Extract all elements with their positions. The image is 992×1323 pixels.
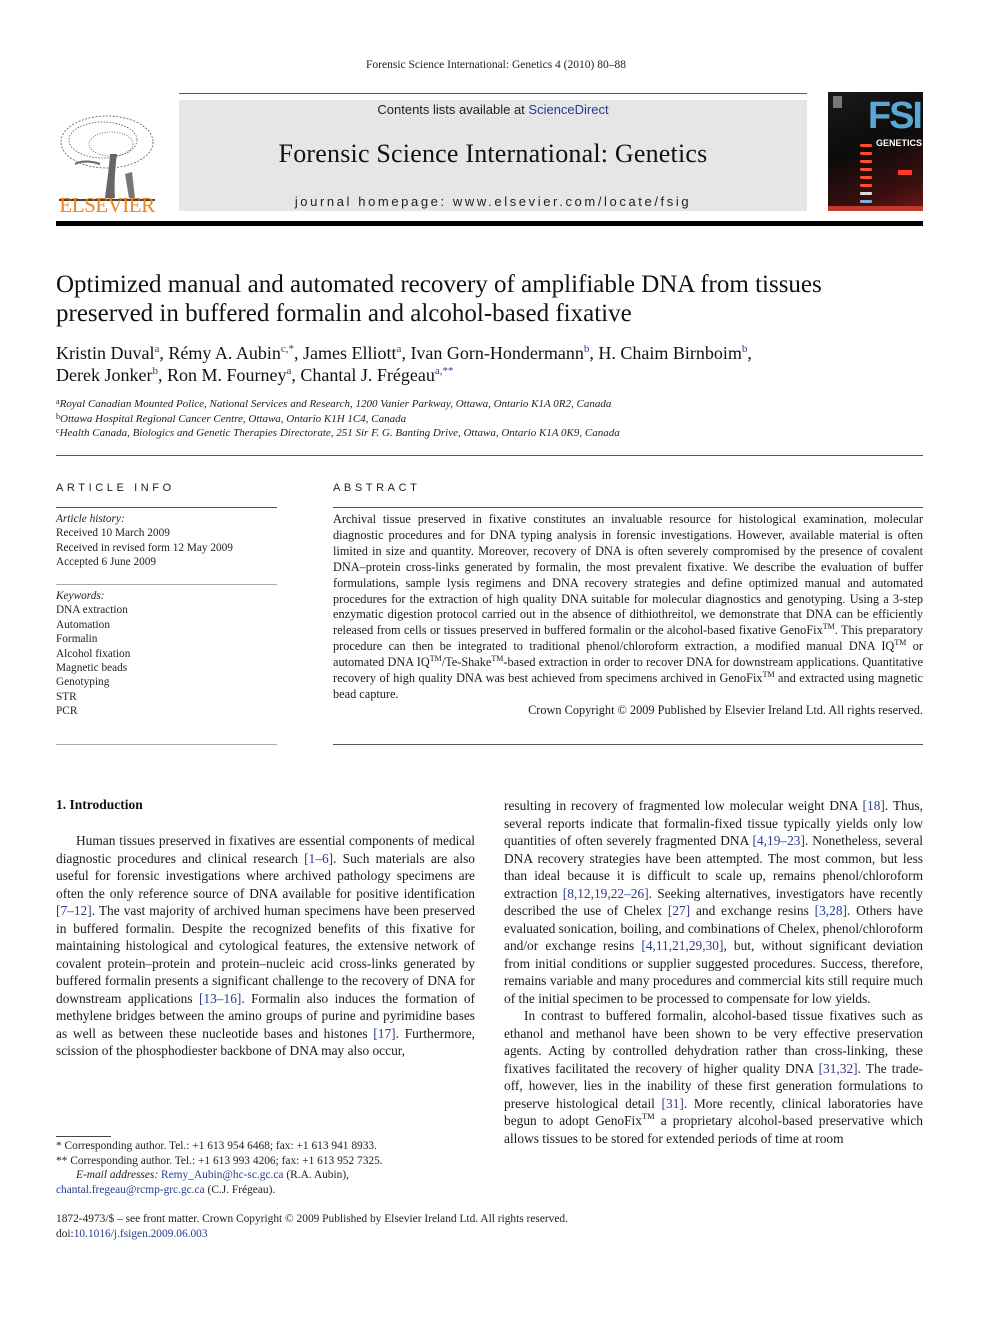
affiliations: aRoyal Canadian Mounted Police, National…	[56, 397, 936, 441]
history-accepted: Accepted 6 June 2009	[56, 556, 157, 569]
citation-link[interactable]: [3,28]	[815, 903, 847, 918]
affiliation: bOttawa Hospital Regional Cancer Centre,…	[56, 411, 407, 425]
issn-line: 1872-4973/$ – see front matter. Crown Co…	[56, 1213, 568, 1225]
author: Kristin Duvala,	[56, 343, 169, 363]
footnote-emails-cont: chantal.fregeau@rcmp-grc.gc.ca (C.J. Fré…	[56, 1183, 276, 1196]
affiliation: cHealth Canada, Biologics and Genetic Th…	[56, 426, 620, 440]
journal-name: Forensic Science International: Genetics	[278, 139, 708, 168]
affil-marker[interactable]: c,*	[281, 343, 294, 355]
doi-link[interactable]: 10.1016/j.fsigen.2009.06.003	[74, 1228, 208, 1240]
body-paragraph: resulting in recovery of fragmented low …	[504, 798, 923, 1006]
author: Rémy A. Aubinc,*,	[168, 343, 304, 363]
author: James Elliotta,	[303, 343, 411, 363]
author: Ron M. Fourneya,	[166, 365, 301, 385]
citation-link[interactable]: [4,19–23]	[753, 833, 805, 848]
abstract-copyright: Crown Copyright © 2009 Published by Else…	[528, 702, 923, 717]
issn-doi-block: 1872-4973/$ – see front matter. Crown Co…	[56, 1212, 756, 1242]
keyword: Alcohol fixation	[56, 647, 131, 660]
citation-link[interactable]: [27]	[668, 903, 690, 918]
history-rule	[56, 584, 277, 585]
keyword: Formalin	[56, 633, 98, 646]
sciencedirect-link[interactable]: ScienceDirect	[528, 102, 608, 117]
author: Ivan Gorn-Hondermannb,	[410, 343, 599, 363]
journal-cover-image: FSI GENETICS	[828, 92, 923, 211]
article-info-label: ARTICLE INFO	[56, 482, 175, 494]
body-column-right: resulting in recovery of fragmented low …	[504, 797, 923, 1147]
cover-elsevier-stamp	[833, 96, 842, 108]
author: Derek Jonkerb,	[56, 365, 167, 385]
author: H. Chaim Birnboimb,	[598, 343, 752, 363]
citation-link[interactable]: [31]	[662, 1096, 684, 1111]
email-link-aubin[interactable]: Remy_Aubin@hc-sc.gc.ca	[161, 1169, 283, 1181]
citation-link[interactable]: [4,11,21,29,30]	[641, 938, 723, 953]
citation-link[interactable]: [31,32]	[819, 1061, 858, 1076]
cover-gel-band	[898, 170, 912, 175]
footnote-emails: E-mail addresses: Remy_Aubin@hc-sc.gc.ca…	[76, 1169, 349, 1181]
article-title: Optimized manual and automated recovery …	[56, 270, 936, 328]
keywords-heading: Keywords:	[56, 590, 105, 602]
citation-link[interactable]: [7–12]	[56, 903, 92, 918]
abstract-top-rule	[333, 507, 923, 508]
cover-gel-lane	[860, 144, 872, 208]
contents-prefix: Contents lists available at	[377, 102, 529, 117]
keyword: Genotyping	[56, 676, 110, 689]
citation-link[interactable]: [17]	[373, 1026, 395, 1041]
citation-link[interactable]: [13–16]	[199, 991, 241, 1006]
email-link-fregeau[interactable]: chantal.fregeau@rcmp-grc.gc.ca	[56, 1184, 205, 1196]
footnotes: * Corresponding author. Tel.: +1 613 954…	[56, 1139, 476, 1197]
running-header: Forensic Science International: Genetics…	[366, 59, 626, 71]
body-paragraph: In contrast to buffered formalin, alcoho…	[504, 1008, 923, 1146]
keyword: Automation	[56, 618, 110, 631]
article-info-rule	[56, 507, 277, 508]
footnote-rule	[56, 1136, 111, 1137]
citation-link[interactable]: [1–6]	[304, 851, 333, 866]
doi-line: doi:10.1016/j.fsigen.2009.06.003	[56, 1228, 208, 1240]
masthead-rule	[56, 221, 923, 226]
keywords-rule	[56, 744, 277, 745]
footnote-corresponding-2: ** Corresponding author. Tel.: +1 613 99…	[56, 1154, 383, 1167]
history-heading: Article history:	[56, 513, 125, 525]
citation-link[interactable]: [8,12,19,22–26]	[563, 886, 649, 901]
elsevier-wordmark: ELSEVIER	[59, 193, 155, 217]
section-heading-introduction: 1. Introduction	[56, 797, 143, 812]
author: Chantal J. Frégeaua,**	[300, 365, 454, 385]
title-line-1: Optimized manual and automated recovery …	[56, 271, 822, 298]
header-rule	[179, 93, 807, 94]
cover-subtitle: GENETICS	[876, 138, 923, 148]
title-line-2: preserved in buffered formalin and alcoh…	[56, 300, 632, 327]
journal-homepage-link[interactable]: journal homepage: www.elsevier.com/locat…	[179, 194, 807, 209]
cover-footer-band	[828, 206, 923, 211]
keywords: Keywords: DNA extraction Automation Form…	[56, 589, 277, 719]
abstract-label: ABSTRACT	[333, 482, 421, 494]
author-list: Kristin Duvala, Rémy A. Aubinc,*, James …	[56, 342, 936, 386]
affil-marker[interactable]: a,**	[435, 365, 454, 377]
cover-title: FSI	[867, 95, 923, 137]
keyword: Magnetic beads	[56, 662, 128, 675]
contents-line: Contents lists available at ScienceDirec…	[179, 102, 807, 117]
front-matter-rule	[56, 455, 923, 456]
footnote-corresponding-1: * Corresponding author. Tel.: +1 613 954…	[56, 1140, 377, 1152]
keyword: DNA extraction	[56, 604, 128, 617]
keyword: STR	[56, 690, 77, 703]
keyword: PCR	[56, 705, 78, 718]
body-column-left: Human tissues preserved in fixatives are…	[56, 832, 475, 1060]
abstract-paragraph: Archival tissue preserved in fixative co…	[333, 512, 923, 701]
history-received: Received 10 March 2009	[56, 527, 170, 540]
abstract-bottom-rule	[333, 744, 923, 745]
article-history: Article history: Received 10 March 2009 …	[56, 512, 277, 570]
body-paragraph: Human tissues preserved in fixatives are…	[56, 833, 476, 1058]
citation-link[interactable]: [18]	[863, 798, 885, 813]
affiliation: aRoyal Canadian Mounted Police, National…	[56, 397, 612, 411]
history-revised: Received in revised form 12 May 2009	[56, 541, 233, 554]
abstract-body: Archival tissue preserved in fixative co…	[333, 512, 923, 719]
